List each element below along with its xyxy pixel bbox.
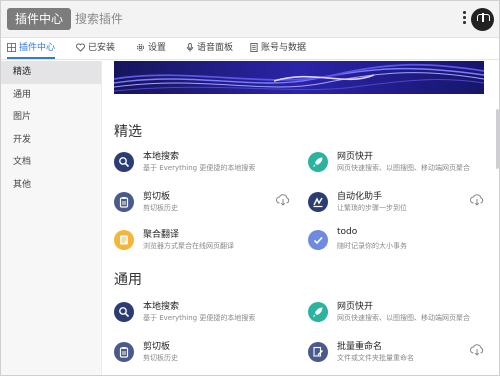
sidebar-item-documents[interactable]: 文档 bbox=[1, 151, 101, 174]
download-icon[interactable] bbox=[470, 344, 484, 356]
section-title-featured: 精选 bbox=[114, 124, 142, 140]
rocket-icon bbox=[308, 152, 328, 172]
plugin-title: 网页快开 bbox=[337, 302, 374, 312]
plugin-description: 网页快速搜索、以图搜图、移动端网页聚合 bbox=[337, 164, 470, 172]
plugin-center-chip[interactable]: 插件中心 bbox=[7, 8, 72, 30]
search-icon bbox=[114, 302, 134, 322]
sidebar-item-other[interactable]: 其他 bbox=[1, 174, 101, 197]
rename-icon bbox=[308, 342, 328, 362]
plugin-card[interactable]: todo 随时记录你的大小事务 bbox=[308, 227, 488, 263]
microphone-icon bbox=[186, 43, 194, 52]
banner-image[interactable] bbox=[114, 61, 484, 94]
tab-label: 插件中心 bbox=[19, 43, 56, 53]
sidebar-item-images[interactable]: 图片 bbox=[1, 106, 101, 129]
heart-icon bbox=[76, 43, 85, 52]
sidebar-item-featured[interactable]: 精选 bbox=[1, 61, 101, 84]
scrollbar[interactable] bbox=[496, 109, 499, 169]
document-icon bbox=[250, 43, 258, 52]
sidebar-item-general[interactable]: 通用 bbox=[1, 84, 101, 107]
plugin-title: 本地搜索 bbox=[143, 302, 180, 312]
plugin-description: 文件或文件夹批量重命名 bbox=[337, 354, 414, 362]
tab-account-data[interactable]: 账号与数据 bbox=[250, 38, 306, 59]
plugin-card[interactable]: 批量重命名 文件或文件夹批量重命名 bbox=[308, 339, 488, 375]
search-input[interactable] bbox=[75, 8, 415, 30]
gear-icon bbox=[136, 43, 145, 52]
plugin-title: 剪切板 bbox=[143, 192, 171, 202]
tab-installed[interactable]: 已安装 bbox=[76, 38, 115, 59]
plugin-card[interactable]: 自动化助手 让繁琐的步骤一步到位 bbox=[308, 189, 488, 225]
plugin-title: 自动化助手 bbox=[337, 192, 383, 202]
tab-bar: 插件中心 已安装 设置 语音面板 账号与数据 bbox=[1, 38, 499, 60]
plugin-description: 剪切板历史 bbox=[143, 354, 178, 362]
plugin-description: 基于 Everything 更便捷的本地搜索 bbox=[143, 314, 256, 322]
plugin-card[interactable]: 网页快开 网页快速搜索、以图搜图、移动端网页聚合 bbox=[308, 149, 488, 185]
plugin-title: 剪切板 bbox=[143, 342, 171, 352]
tab-label: 设置 bbox=[148, 43, 167, 53]
section-title-general: 通用 bbox=[114, 272, 142, 288]
tab-label: 语音面板 bbox=[197, 43, 234, 53]
plugin-description: 基于 Everything 更便捷的本地搜索 bbox=[143, 164, 256, 172]
plugin-description: 剪切板历史 bbox=[143, 204, 178, 212]
plugin-description: 让繁琐的步骤一步到位 bbox=[337, 204, 407, 212]
tab-voice-panel[interactable]: 语音面板 bbox=[186, 38, 233, 59]
plugin-list: 精选 本地搜索 基于 Everything 更便捷的本地搜索 网页快开 网页快速… bbox=[102, 61, 499, 375]
search-icon bbox=[114, 152, 134, 172]
download-icon[interactable] bbox=[276, 194, 290, 206]
plugin-description: 浏览器方式聚合在线网页翻译 bbox=[143, 242, 234, 250]
plugin-card[interactable]: 剪切板 剪切板历史 bbox=[114, 339, 294, 375]
automation-icon bbox=[308, 192, 328, 212]
tab-plugin-center[interactable]: 插件中心 bbox=[7, 38, 56, 59]
check-icon bbox=[308, 230, 328, 250]
tab-settings[interactable]: 设置 bbox=[136, 38, 166, 59]
plugin-title: 网页快开 bbox=[337, 152, 374, 162]
plugin-title: 批量重命名 bbox=[337, 342, 383, 352]
plugin-card[interactable]: 剪切板 剪切板历史 bbox=[114, 189, 294, 225]
wave-graphic bbox=[114, 61, 484, 94]
header-bar: 插件中心 bbox=[1, 1, 499, 38]
plugin-title: 聚合翻译 bbox=[143, 230, 180, 240]
tab-label: 已安装 bbox=[88, 43, 116, 53]
plugin-card[interactable]: 网页快开 网页快速搜索、以图搜图、移动端网页聚合 bbox=[308, 299, 488, 335]
plugin-description: 网页快速搜索、以图搜图、移动端网页聚合 bbox=[337, 314, 470, 322]
clipboard-icon bbox=[114, 342, 134, 362]
plugin-description: 随时记录你的大小事务 bbox=[337, 242, 407, 250]
plugin-card[interactable]: 本地搜索 基于 Everything 更便捷的本地搜索 bbox=[114, 149, 294, 185]
plugin-title: todo bbox=[337, 227, 358, 237]
sidebar-item-development[interactable]: 开发 bbox=[1, 129, 101, 152]
plugin-card[interactable]: 本地搜索 基于 Everything 更便捷的本地搜索 bbox=[114, 299, 294, 335]
category-sidebar: 精选 通用 图片 开发 文档 其他 bbox=[1, 61, 102, 375]
grid-icon bbox=[7, 43, 16, 52]
more-menu-icon[interactable] bbox=[463, 11, 466, 25]
translate-icon bbox=[114, 230, 134, 250]
app-window: 插件中心 插件中心 已安装 设置 语音面板 账号与数据 精选 通用 图片 开发 … bbox=[0, 0, 500, 376]
clipboard-icon bbox=[114, 192, 134, 212]
tab-label: 账号与数据 bbox=[261, 43, 307, 53]
rocket-icon bbox=[308, 302, 328, 322]
app-logo-icon[interactable] bbox=[471, 8, 494, 31]
download-icon[interactable] bbox=[470, 194, 484, 206]
plugin-card[interactable]: 聚合翻译 浏览器方式聚合在线网页翻译 bbox=[114, 227, 294, 263]
plugin-title: 本地搜索 bbox=[143, 152, 180, 162]
